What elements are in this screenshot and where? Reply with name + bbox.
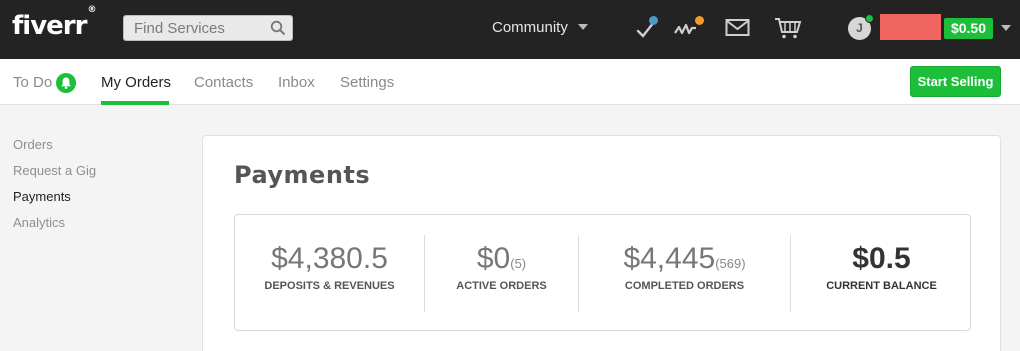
tab-to-do[interactable]: To Do <box>13 74 52 91</box>
bell-icon <box>56 73 76 93</box>
stat-amount: $0 <box>476 242 511 275</box>
fiverr-logo[interactable]: fiverr® <box>12 5 96 41</box>
payments-panel: Payments $4,380.5 DEPOSITS & REVENUES $0… <box>202 135 1001 351</box>
redacted-username <box>880 14 941 40</box>
stat-deposits-revenues: $4,380.5 DEPOSITS & REVENUES <box>235 215 424 332</box>
community-label: Community <box>492 19 568 36</box>
stat-completed-orders: $4,445(569) COMPLETED ORDERS <box>579 215 790 332</box>
notification-dot <box>649 16 658 25</box>
payment-stats: $4,380.5 DEPOSITS & REVENUES $0(5) ACTIV… <box>234 214 971 331</box>
search-icon[interactable] <box>270 20 286 41</box>
stat-value: $4,445(569) <box>579 242 790 276</box>
search-box <box>123 15 293 41</box>
community-menu[interactable]: Community <box>492 19 588 36</box>
sidebar-item-request-a-gig[interactable]: Request a Gig <box>13 163 96 178</box>
stat-amount: $4,445 <box>623 242 716 275</box>
balance-badge[interactable]: $0.50 <box>944 18 993 39</box>
chevron-down-icon <box>577 24 588 30</box>
tab-my-orders[interactable]: My Orders <box>101 74 171 91</box>
page-title: Payments <box>234 161 371 189</box>
envelope-icon[interactable] <box>725 18 751 43</box>
stat-value: $0.5 <box>791 242 972 276</box>
stat-label: CURRENT BALANCE <box>826 280 937 292</box>
top-bar: fiverr® Community J $0.50 <box>0 0 1020 59</box>
sidebar-item-analytics[interactable]: Analytics <box>13 215 65 230</box>
tab-settings[interactable]: Settings <box>340 74 394 91</box>
stat-label: COMPLETED ORDERS <box>624 280 745 292</box>
active-tab-indicator <box>101 101 169 105</box>
sidebar-item-payments[interactable]: Payments <box>13 189 71 204</box>
stat-label: DEPOSITS & REVENUES <box>264 280 395 292</box>
stat-value: $0(5) <box>425 242 578 276</box>
start-selling-button[interactable]: Start Selling <box>910 66 1001 97</box>
stat-active-orders: $0(5) ACTIVE ORDERS <box>425 215 578 332</box>
online-status-dot <box>865 14 874 23</box>
stat-amount: $4,380.5 <box>271 242 388 275</box>
stat-count: (569) <box>715 256 746 271</box>
stat-amount: $0.5 <box>852 242 911 275</box>
notification-dot <box>695 16 704 25</box>
tab-contacts[interactable]: Contacts <box>194 74 253 91</box>
stat-label: ACTIVE ORDERS <box>456 280 547 292</box>
stat-value: $4,380.5 <box>235 242 424 276</box>
stat-current-balance: $0.5 CURRENT BALANCE <box>791 215 972 332</box>
sidebar-item-orders[interactable]: Orders <box>13 137 53 152</box>
chevron-down-icon[interactable] <box>1001 25 1011 31</box>
tab-inbox[interactable]: Inbox <box>278 74 315 91</box>
search-input[interactable] <box>124 16 264 40</box>
stat-count: (5) <box>510 256 527 271</box>
logo-text: fiverr <box>12 11 87 41</box>
logo-registered-mark: ® <box>87 5 96 16</box>
secondary-nav: To Do My Orders Contacts Inbox Settings … <box>0 59 1020 105</box>
cart-icon[interactable] <box>774 16 802 45</box>
